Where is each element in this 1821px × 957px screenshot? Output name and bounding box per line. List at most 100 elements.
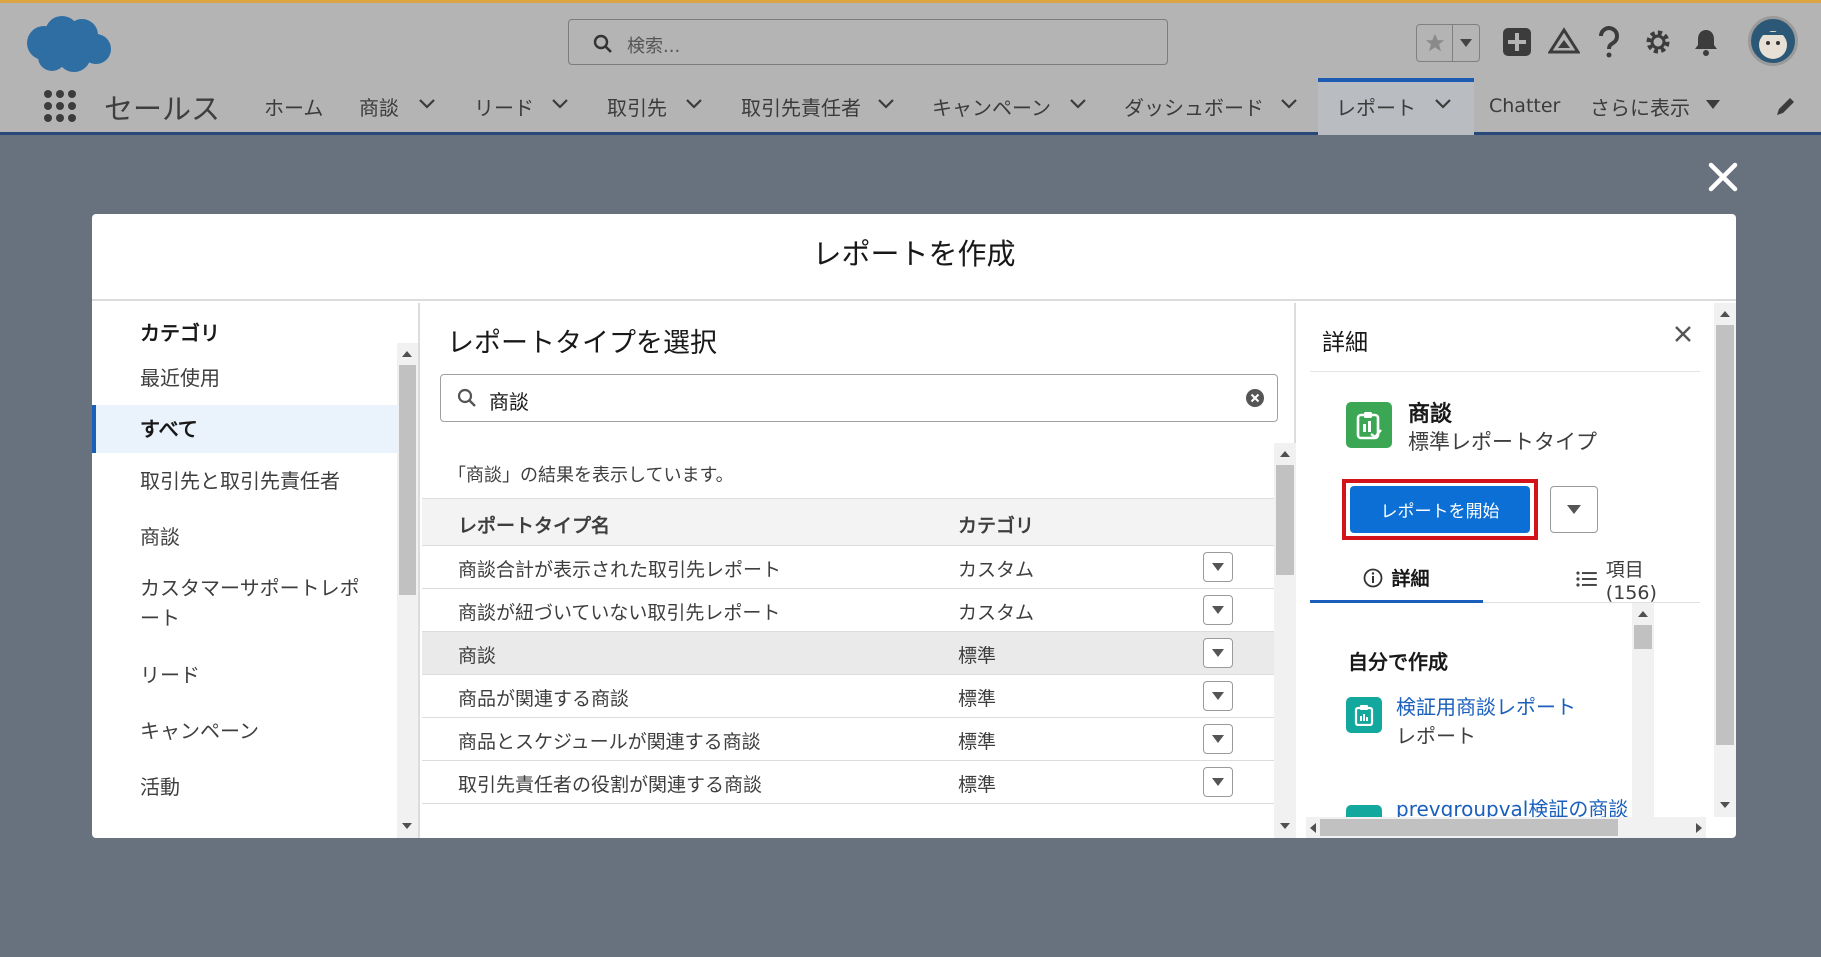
report-icon: [1346, 697, 1382, 733]
trailhead-icon[interactable]: [1547, 25, 1581, 59]
object-type: 標準レポートタイプ: [1408, 430, 1597, 454]
category-item-activities[interactable]: 活動: [92, 772, 397, 802]
app-launcher-icon[interactable]: [44, 90, 76, 122]
chevron-down-icon[interactable]: [418, 98, 436, 110]
start-report-button[interactable]: レポートを開始: [1350, 486, 1530, 533]
row-name: 商談が紐づいていない取引先レポート: [458, 602, 781, 624]
clear-icon[interactable]: [1245, 388, 1265, 408]
caret-down-icon: [1212, 778, 1224, 786]
start-report-dropdown[interactable]: [1550, 486, 1598, 533]
favorites-dropdown-icon[interactable]: [1452, 25, 1479, 61]
nav-item-accounts[interactable]: 取引先: [607, 92, 667, 121]
add-icon[interactable]: [1500, 25, 1534, 59]
column-header-name[interactable]: レポートタイプ名: [458, 511, 610, 538]
table-row[interactable]: 商談が紐づいていない取引先レポート カスタム: [422, 589, 1274, 632]
details-horizontal-scrollbar[interactable]: [1306, 817, 1706, 838]
category-scrollbar-thumb[interactable]: [399, 365, 416, 595]
chevron-down-icon[interactable]: [1280, 98, 1298, 110]
row-action-dropdown[interactable]: [1203, 724, 1233, 754]
search-icon: [457, 388, 476, 407]
column-header-category[interactable]: カテゴリ: [958, 511, 1034, 538]
details-horizontal-scrollbar-thumb[interactable]: [1320, 819, 1618, 836]
info-icon: [1364, 568, 1383, 587]
report-type-search-input[interactable]: 商談: [440, 374, 1278, 422]
search-placeholder: 検索...: [627, 36, 681, 57]
favorites[interactable]: [1416, 24, 1480, 62]
caret-down-icon: [1212, 649, 1224, 657]
row-name: 商談: [458, 645, 497, 667]
search-icon: [593, 34, 612, 53]
chevron-down-icon[interactable]: [551, 98, 569, 110]
row-action-dropdown[interactable]: [1203, 552, 1233, 582]
details-inner-scrollbar[interactable]: [1632, 603, 1654, 817]
category-item-opportunities[interactable]: 商談: [92, 522, 397, 552]
category-item-all[interactable]: すべて: [92, 405, 397, 453]
table-row[interactable]: 取引先責任者の役割が関連する商談 標準: [422, 761, 1274, 804]
tab-details-label: 詳細: [1391, 568, 1430, 590]
table-row[interactable]: 商品とスケジュールが関連する商談 標準: [422, 718, 1274, 761]
help-icon[interactable]: [1592, 25, 1626, 59]
category-item-accounts-contacts[interactable]: 取引先と取引先責任者: [92, 466, 397, 496]
chevron-down-icon[interactable]: [1069, 98, 1087, 110]
bell-icon[interactable]: [1689, 25, 1723, 59]
category-scrollbar[interactable]: [397, 343, 418, 838]
category-item-campaigns[interactable]: キャンペーン: [92, 716, 397, 746]
category-item-recent[interactable]: 最近使用: [92, 363, 397, 393]
pencil-icon[interactable]: [1774, 96, 1796, 118]
nav-item-dashboards[interactable]: ダッシュボード: [1124, 92, 1264, 121]
global-search[interactable]: 検索...: [568, 19, 1168, 65]
row-action-dropdown[interactable]: [1203, 681, 1233, 711]
nav-item-reports[interactable]: レポート: [1336, 92, 1416, 121]
details-scrollbar-thumb[interactable]: [1716, 325, 1734, 745]
section-title: 自分で作成: [1348, 650, 1448, 674]
salesforce-logo[interactable]: [22, 13, 114, 75]
row-action-dropdown[interactable]: [1203, 595, 1233, 625]
nav-item-contacts[interactable]: 取引先責任者: [741, 92, 861, 121]
gear-icon[interactable]: [1641, 25, 1675, 59]
nav-item-leads[interactable]: リード: [474, 92, 534, 121]
avatar[interactable]: [1748, 16, 1798, 66]
row-name: 商品が関連する商談: [458, 688, 630, 710]
details-scrollbar[interactable]: [1714, 303, 1736, 817]
report-type-scrollbar[interactable]: [1274, 443, 1296, 838]
category-panel: カテゴリ 最近使用 すべて 取引先と取引先責任者 商談 カスタマーサポートレポ …: [92, 303, 420, 838]
chevron-down-icon[interactable]: [877, 98, 895, 110]
row-name: 取引先責任者の役割が関連する商談: [458, 774, 763, 796]
nav-item-chatter[interactable]: Chatter: [1489, 95, 1560, 117]
table-row[interactable]: 商品が関連する商談 標準: [422, 675, 1274, 718]
app-navigation: セールス ホーム 商談 リード 取引先 取引先責任者 キャンペーン ダッシュボー…: [0, 78, 1821, 135]
caret-down-icon: [1567, 505, 1581, 514]
table-row[interactable]: 商談合計が表示された取引先レポート カスタム: [422, 546, 1274, 589]
details-tabs: 詳細 項目 (156): [1310, 555, 1700, 604]
report-type-scrollbar-thumb[interactable]: [1276, 465, 1294, 575]
category-item-customer-support[interactable]: カスタマーサポートレポ ート: [92, 573, 397, 633]
close-icon[interactable]: [1674, 325, 1692, 343]
category-heading: カテゴリ: [140, 321, 220, 345]
nav-item-home[interactable]: ホーム: [264, 92, 323, 121]
report-link[interactable]: 検証用商談レポート: [1396, 691, 1576, 720]
nav-item-opportunities[interactable]: 商談: [359, 92, 399, 121]
global-header: 検索...: [0, 0, 1821, 78]
row-category: 標準: [958, 774, 997, 796]
close-icon[interactable]: [1706, 160, 1740, 194]
tab-fields[interactable]: 項目 (156): [1576, 555, 1700, 604]
details-inner-scrollbar-thumb[interactable]: [1634, 625, 1652, 649]
nav-item-more[interactable]: さらに表示: [1590, 92, 1690, 121]
chevron-down-icon[interactable]: [685, 98, 703, 110]
caret-down-icon[interactable]: [1706, 100, 1720, 109]
row-category: 標準: [958, 688, 997, 710]
row-action-dropdown[interactable]: [1203, 638, 1233, 668]
tab-details[interactable]: 詳細: [1310, 555, 1483, 603]
caret-down-icon: [1212, 735, 1224, 743]
tab-fields-label: 項目 (156): [1605, 558, 1657, 604]
report-link[interactable]: prevgroupval検証の商談: [1396, 795, 1628, 819]
category-item-leads[interactable]: リード: [92, 660, 397, 690]
modal-header: レポートを作成: [92, 214, 1736, 301]
row-category: カスタム: [958, 602, 1035, 624]
star-icon[interactable]: [1417, 25, 1453, 61]
nav-item-campaigns[interactable]: キャンペーン: [932, 92, 1051, 121]
chevron-down-icon[interactable]: [1434, 98, 1452, 110]
table-row-selected[interactable]: 商談 標準: [422, 632, 1274, 675]
row-action-dropdown[interactable]: [1203, 767, 1233, 797]
modal-title: レポートを作成: [812, 236, 1016, 271]
